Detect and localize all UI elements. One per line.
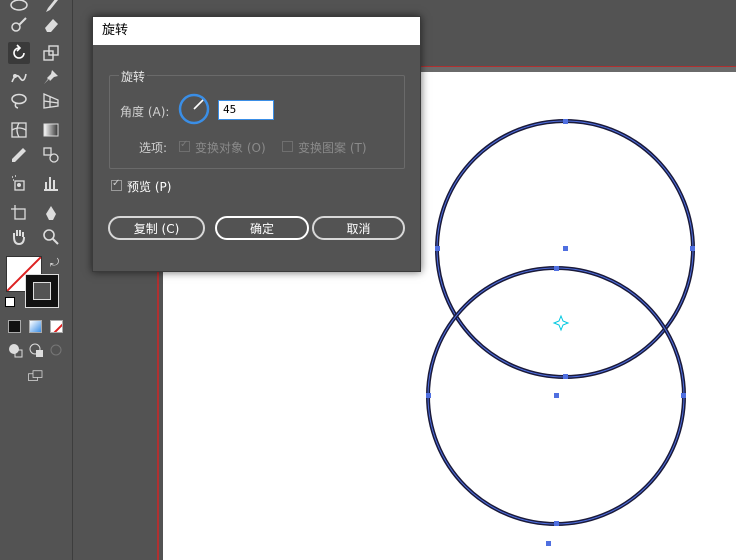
- angle-dial-icon[interactable]: [178, 93, 210, 125]
- gradient-mode-icon[interactable]: [29, 320, 42, 333]
- pen-tool-icon[interactable]: [40, 202, 62, 224]
- none-mode-icon[interactable]: [50, 320, 63, 333]
- ok-button[interactable]: 确定: [215, 216, 309, 240]
- rotate-tool-icon[interactable]: [8, 42, 30, 64]
- transform-objects-checkbox[interactable]: [179, 139, 190, 152]
- zoom-tool-icon[interactable]: [40, 226, 62, 248]
- screen-mode-icon[interactable]: [24, 366, 48, 386]
- eraser-tool-icon[interactable]: [40, 14, 62, 36]
- pin-tool-icon[interactable]: [40, 66, 62, 88]
- draw-behind-icon[interactable]: [26, 340, 46, 360]
- symbol-sprayer-tool-icon[interactable]: [8, 172, 30, 194]
- gradient-tool-icon[interactable]: [40, 119, 62, 141]
- transform-patterns-checkbox[interactable]: [282, 141, 293, 152]
- transform-objects-label: 变换对象 (O): [195, 141, 266, 155]
- options-label: 选项:: [139, 141, 168, 155]
- angle-label: 角度 (A):: [120, 105, 170, 119]
- cancel-button[interactable]: 取消: [312, 216, 405, 240]
- lasso-tool-icon[interactable]: [8, 90, 30, 112]
- draw-inside-icon[interactable]: [46, 340, 66, 360]
- blend-tool-icon[interactable]: [40, 144, 62, 166]
- default-fill-stroke-icon[interactable]: [5, 297, 15, 307]
- stroke-swatch[interactable]: [25, 274, 59, 308]
- hand-tool-icon[interactable]: [8, 226, 30, 248]
- draw-normal-icon[interactable]: [5, 340, 25, 360]
- rotate-group-label: 旋转: [119, 68, 148, 85]
- scale-tool-icon[interactable]: [40, 42, 62, 64]
- column-graph-tool-icon[interactable]: [40, 172, 62, 194]
- blob-brush-tool-icon[interactable]: [8, 14, 30, 36]
- dialog-title: 旋转: [93, 17, 420, 45]
- tools-panel: ⤾: [0, 0, 73, 560]
- color-mode-icon[interactable]: [8, 320, 21, 333]
- artboard-tool-icon[interactable]: [8, 202, 30, 224]
- puppet-warp-tool-icon[interactable]: [8, 66, 30, 88]
- eyedropper-tool-icon[interactable]: [8, 144, 30, 166]
- transform-patterns-label: 变换图案 (T): [298, 141, 367, 155]
- preview-label[interactable]: 预览 (P): [127, 178, 171, 195]
- preview-checkbox[interactable]: [111, 178, 122, 191]
- perspective-grid-tool-icon[interactable]: [40, 90, 62, 112]
- swap-fill-stroke-icon[interactable]: ⤾: [50, 256, 59, 270]
- mesh-tool-icon[interactable]: [8, 119, 30, 141]
- angle-input[interactable]: 45: [218, 100, 274, 120]
- rotate-dialog: 旋转 旋转 角度 (A): 45 选项: 变换对象 (O) 变换图案 (T) 预…: [92, 16, 421, 272]
- copy-button[interactable]: 复制 (C): [108, 216, 205, 240]
